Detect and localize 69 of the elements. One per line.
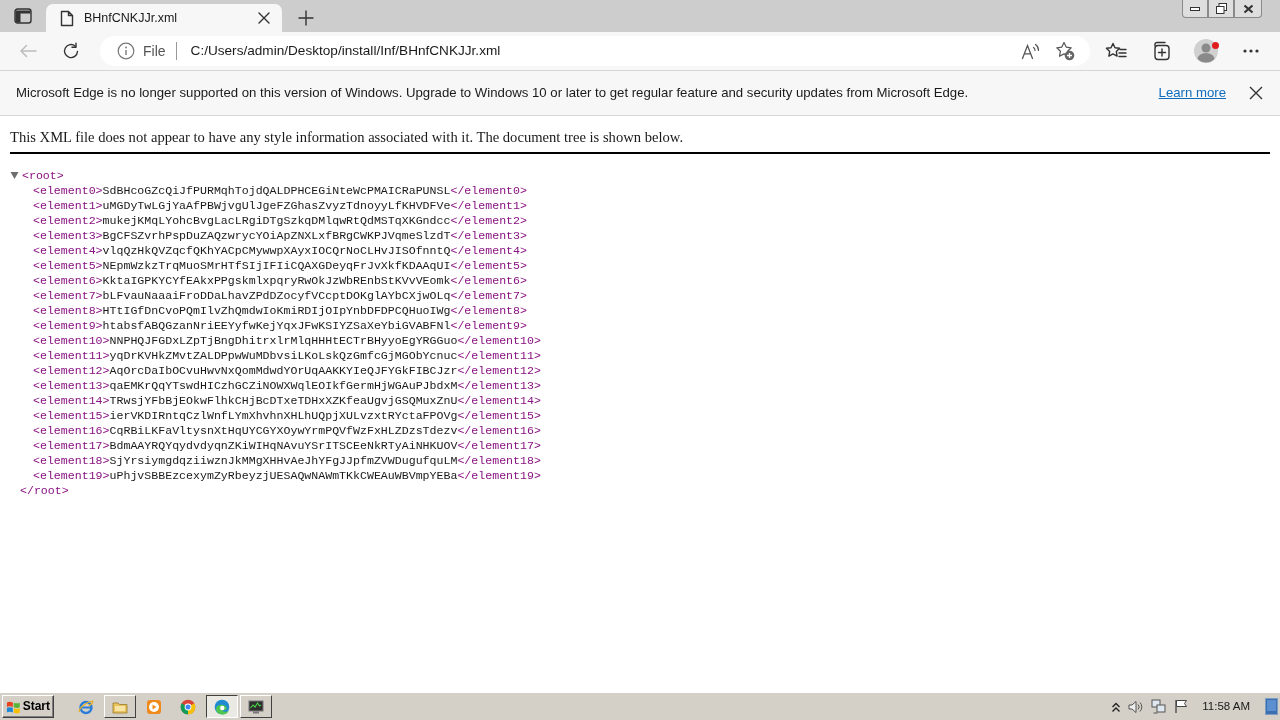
xml-notice-text: This XML file does not appear to have any style information associated with it. The document tree is shown below. [10, 128, 1270, 154]
xml-element-line: <element11>yqDrKVHkZMvtZALDPpwWuMDbvsiLKoLskQzGmfcGjMGObYcnuc</element11> [33, 348, 542, 363]
round-logo-icon [180, 698, 196, 715]
plus-icon [298, 10, 314, 26]
close-icon [1249, 86, 1263, 100]
xml-element-line: <element1>uMGDyTwLGjYaAfPBWjvgUlJgeFZGhasZvyzTdnoyyLfKHVDFVe</element1> [33, 198, 528, 213]
xml-element-line: <element18>SjYrsiymgdqziiwznJkMMgXHHvAeJhYFgJJpfmZVWDugufquLM</element18> [33, 453, 542, 468]
more-icon [1243, 49, 1259, 53]
restore-icon [1215, 3, 1227, 14]
close-icon [1242, 3, 1254, 14]
taskbar-button[interactable] [206, 695, 238, 718]
xml-element-line: <element10>NNPHQJFGDxLZpTjBngDhitrxlrMlqHHHtECTrBHyyoEgYRGGuo</element10> [33, 333, 542, 348]
xml-element-line: <element0>SdBHcoGZcQiJfPURMqhTojdQALDPHCEGiNteWcPMAICRaPUNSL</element0> [33, 183, 528, 198]
address-bar[interactable]: File C:/Users/admin/Desktop/install/Inf/BHnfCNKJJr.xml [100, 36, 1090, 66]
infobar-message: Microsoft Edge is no longer supported on this version of Windows. Upgrade to Windows 10 or later to get regular feature and security updates from Microsoft Edge. [16, 84, 970, 102]
xml-tag: </root> [10, 483, 69, 498]
chevron-up-icon [1111, 700, 1122, 713]
xml-element-line: <element14>TRwsjYFbBjEOkwFlhkCHjBcDTxeTDHxXZKfeaUgvjGSQMuxZnU</element14> [33, 393, 542, 408]
star-plus-icon [1055, 41, 1075, 61]
disclosure-triangle-icon[interactable] [10, 171, 19, 180]
back-arrow-icon [19, 44, 37, 58]
refresh-icon [62, 42, 80, 60]
speaker-icon [1128, 699, 1145, 714]
xml-element-line: <element3>BgCFSZvrhPspDuZAQzwrycYOiApZNXLxfBRgCWKPJVqmeSlzdT</element3> [33, 228, 528, 243]
xml-tag: <root> [22, 168, 64, 183]
windows-flag-icon [6, 699, 21, 714]
play-icon [146, 698, 162, 715]
start-button[interactable]: Start [2, 695, 54, 718]
xml-element-line: <element5>NEpmWzkzTrqMuoSMrHTfSIjIFIiCQAXGDeyqFrJvXkfKDAAqUI</element5> [33, 258, 528, 273]
restore-button[interactable] [1208, 0, 1234, 18]
flag-icon [1174, 699, 1190, 714]
site-info-label[interactable]: File [143, 41, 166, 61]
xml-element-line: <element6>KktaIGPKYCYfEAkxPPgskmlxpqryRwOkJzWbREnbStKVvVEomk</element6> [33, 273, 528, 288]
xml-element-line: <element17>BdmAAYRQYqydvdyqnZKiWIHqNAvuYSrITSCEeNkRTyAiNHKUOV</element17> [33, 438, 542, 453]
xml-element-line: <element16>CqRBiLKFaVltysnXtHqUYCGYXOywYrmPQVfWzFxHLZDzsTdezv</element16> [33, 423, 542, 438]
xml-element-line: <element2>mukejKMqLYohcBvgLacLRgiDTgSzkqDMlqwRtQdMSTqXKGndcc</element2> [33, 213, 528, 228]
notification-dot-icon [1212, 42, 1219, 49]
network-icon [1151, 699, 1168, 714]
tray-button[interactable] [1174, 699, 1190, 714]
close-window-button[interactable] [1234, 0, 1262, 18]
minimize-icon [1190, 6, 1200, 11]
xml-element-line: <element12>AqOrcDaIbOCvuHwvNxQomMdwdYOrUqAAKKYIeQJFYGkFIBCJzr</element12> [33, 363, 542, 378]
url-text: C:/Users/admin/Desktop/install/Inf/BHnfCNKJJr.xml [190, 42, 502, 60]
collections-icon [1151, 41, 1171, 61]
minimize-button[interactable] [1182, 0, 1208, 18]
browser-tab[interactable]: BHnfCNKJJr.xml [46, 4, 282, 32]
xml-element-line: <element15>ierVKDIRntqCzlWnfLYmXhvhnXHLhUQpjXULvzxtRYctaFPOVg</element15> [33, 408, 542, 423]
close-icon [258, 12, 270, 24]
xml-element-line: <element8>HTtIGfDnCvoPQmIlvZhQmdwIoKmiRDIjOIpYnbDFDPCQHuoIWg</element8> [33, 303, 528, 318]
clock-text: 11:58 AM [1202, 699, 1250, 714]
learn-more-link[interactable]: Learn more [1158, 84, 1226, 102]
tab-title: BHnfCNKJJr.xml [84, 9, 179, 27]
avatar-icon [1194, 39, 1218, 63]
info-icon [117, 42, 135, 60]
sidebar-icon [14, 8, 32, 24]
desktop-icon [1265, 698, 1278, 715]
globe-icon [78, 698, 94, 715]
swirl-logo-icon [214, 698, 230, 715]
xml-element-line: <element13>qaEMKrQqYTswdHICzhGCZiNOWXWqlEOIkfGermHjWGAuPJbdxM</element13> [33, 378, 542, 393]
tray-button[interactable] [1111, 700, 1122, 713]
tray-button[interactable] [1128, 699, 1145, 714]
xml-element-line: <element4>vlqQzHkQVZqcfQKhYACpCMywwpXAyxIOCQrNoCLHvJISOfnntQ</element4> [33, 243, 528, 258]
star-list-icon [1105, 42, 1127, 60]
xml-element-line: <element19>uPhjvSBBEzcexymZyRbeyzjUESAQwNAWmTKkCWEAuWBVmpYEBa</element19> [33, 468, 542, 483]
monitor-icon [248, 698, 264, 715]
document-icon [60, 9, 74, 27]
xml-element-line: <element7>bLFvauNaaaiFroDDaLhavZPdDZocyfVCcptDOKglAYbCXjwOLq</element7> [33, 288, 528, 303]
read-aloud-icon [1021, 42, 1041, 60]
xml-element-line: <element9>htabsfABQGzanNriEEYyfwKejYqxJFwKSIYZSaXeYbiGVABFNl</element9> [33, 318, 528, 333]
